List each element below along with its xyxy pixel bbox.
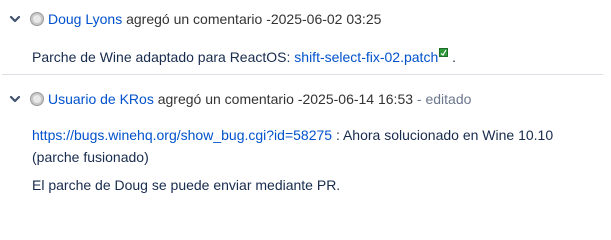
comment-2: Usuario de KRos agregó un comentario -20… [0, 76, 611, 201]
comment-body: Parche de Wine adaptado para ReactOS: sh… [32, 41, 603, 68]
edited-label: - editado [416, 91, 472, 107]
avatar-icon [30, 92, 44, 106]
bug-link[interactable]: https://bugs.winehq.org/show_bug.cgi?id=… [32, 127, 332, 143]
comment-body: https://bugs.winehq.org/show_bug.cgi?id=… [32, 124, 603, 168]
comment-header: Usuario de KRos agregó un comentario -20… [0, 88, 471, 110]
comment-author-link[interactable]: Usuario de KRos [48, 91, 154, 107]
attachment-icon [439, 41, 449, 57]
chevron-down-icon[interactable] [8, 12, 22, 26]
comment-text-line2: (parche fusionado) [32, 149, 149, 165]
comment-action: agregó un comentario [157, 91, 294, 107]
attachment-link[interactable]: shift-select-fix-02.patch [294, 49, 438, 65]
comment-timestamp[interactable]: -2025-06-02 03:25 [266, 11, 381, 27]
comment-action: agregó un comentario [126, 11, 263, 27]
comment-text-end: . [448, 49, 457, 65]
comment-divider [2, 74, 603, 75]
comment-paragraph: El parche de Doug se puede enviar median… [32, 177, 341, 193]
comment-header: Doug Lyons agregó un comentario -2025-06… [0, 8, 381, 30]
comment-text: Parche de Wine adaptado para ReactOS: [32, 49, 295, 65]
comment-1: Doug Lyons agregó un comentario -2025-06… [0, 0, 611, 74]
comment-author-link[interactable]: Doug Lyons [48, 11, 122, 27]
chevron-down-icon[interactable] [8, 92, 22, 106]
comment-text: : Ahora solucionado en Wine 10.10 [332, 127, 554, 143]
avatar-icon [30, 12, 44, 26]
comment-timestamp[interactable]: -2025-06-14 16:53 [298, 91, 413, 107]
